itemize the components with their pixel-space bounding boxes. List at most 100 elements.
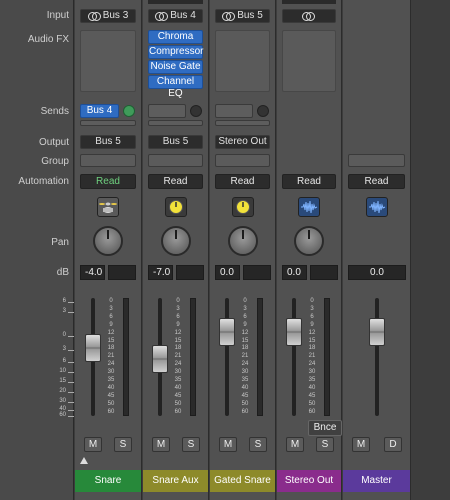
audio-fx-area[interactable] <box>282 30 336 92</box>
fx-plugin-noise-gate[interactable]: Noise Gate <box>148 60 203 74</box>
meter-tick-label: 18 <box>174 345 182 352</box>
scale-tick-label: 30 <box>59 398 66 404</box>
send-empty-slot[interactable] <box>148 120 203 126</box>
volume-fader-track[interactable] <box>225 298 229 416</box>
volume-db-field[interactable]: 0.0 <box>348 265 406 280</box>
meter-tick-label: 3 <box>109 305 113 312</box>
fx-plugin-channel-eq[interactable]: Channel EQ <box>148 75 203 99</box>
fx-plugin-compressor[interactable]: Compressor <box>148 45 203 59</box>
volume-fader-handle[interactable] <box>286 318 302 346</box>
meter-tick-label: 0 <box>310 298 314 304</box>
solo-button[interactable]: S <box>316 437 334 452</box>
pan-knob[interactable] <box>160 226 191 256</box>
group-slot[interactable] <box>348 154 405 167</box>
input-slot[interactable]: Bus 5 <box>215 9 270 23</box>
input-slot[interactable]: Bus 3 <box>80 9 136 23</box>
volume-db-field[interactable]: -4.0 <box>80 265 105 280</box>
meter-tick-label: 45 <box>174 392 182 399</box>
pan-knob[interactable] <box>93 226 123 256</box>
meter-tick-label: 24 <box>174 361 182 368</box>
volume-db-field[interactable]: 0.0 <box>282 265 307 280</box>
volume-fader-handle[interactable] <box>369 318 385 346</box>
audio-fx-area[interactable] <box>215 30 270 92</box>
mute-button[interactable]: M <box>352 437 370 452</box>
track-name[interactable]: Stereo Out <box>277 470 341 492</box>
volume-db-field[interactable]: 0.0 <box>215 265 240 280</box>
automation-mode-button[interactable]: Read <box>282 174 336 189</box>
send-empty-slot[interactable] <box>80 120 136 126</box>
input-label: Bus 5 <box>237 10 263 21</box>
group-slot[interactable] <box>215 154 270 167</box>
automation-mode-button[interactable]: Read <box>215 174 270 189</box>
meter-tick-label: 50 <box>174 400 182 407</box>
meter-tick-label: 0 <box>109 298 113 304</box>
scale-tick <box>68 372 74 373</box>
meter-tick-label: 15 <box>308 337 316 344</box>
scale-tick-label: 3 <box>62 346 66 352</box>
meter-tick-label: 40 <box>308 384 316 391</box>
input-slot[interactable]: Bus 4 <box>148 9 203 23</box>
track-name[interactable]: Master <box>343 470 410 492</box>
meter-tick-label: 24 <box>241 361 249 368</box>
send-level-knob[interactable] <box>257 105 269 117</box>
automation-row-label: Automation <box>18 176 69 187</box>
meter-tick-label: 30 <box>308 369 316 376</box>
solo-button[interactable]: S <box>249 437 267 452</box>
peak-db-field <box>108 265 136 280</box>
meter-tick-label: 35 <box>107 377 115 383</box>
automation-mode-button[interactable]: Read <box>148 174 203 189</box>
mute-button[interactable]: M <box>152 437 170 452</box>
meter-tick-label: 21 <box>174 353 182 360</box>
solo-button[interactable]: S <box>182 437 200 452</box>
automation-mode-button[interactable]: Read <box>348 174 405 189</box>
drum-kit-icon[interactable] <box>97 197 119 217</box>
volume-fader-handle[interactable] <box>152 345 168 374</box>
dim-button[interactable]: D <box>384 437 402 452</box>
mute-button[interactable]: M <box>84 437 102 452</box>
meter-tick-label: 35 <box>308 377 316 383</box>
waveform-icon[interactable] <box>298 197 320 217</box>
pan-knob[interactable] <box>294 226 324 256</box>
volume-db-field[interactable]: -7.0 <box>148 265 173 280</box>
channel-strip-snare-aux: Bus 4 Chroma Compressor Noise Gate Chann… <box>143 0 209 500</box>
input-label: Bus 3 <box>102 10 129 21</box>
volume-fader-handle[interactable] <box>219 318 235 346</box>
output-slot[interactable]: Bus 5 <box>80 135 136 149</box>
track-name[interactable]: Snare Aux <box>143 470 208 492</box>
output-slot[interactable]: Bus 5 <box>148 135 203 149</box>
compressor-icon[interactable] <box>231 197 254 217</box>
automation-mode-button[interactable]: Read <box>80 174 136 189</box>
meter-tick-label: 30 <box>107 369 115 376</box>
send-slot[interactable] <box>215 104 253 118</box>
volume-fader-handle[interactable] <box>85 333 101 362</box>
fx-plugin-chroma[interactable]: Chroma <box>148 30 203 44</box>
send-slot[interactable] <box>148 104 186 118</box>
compressor-icon[interactable] <box>164 197 187 217</box>
mute-button[interactable]: M <box>286 437 304 452</box>
mute-button[interactable]: M <box>219 437 237 452</box>
output-slot[interactable]: Stereo Out <box>215 135 270 149</box>
group-slot[interactable] <box>80 154 136 167</box>
volume-fader-track[interactable] <box>292 298 296 416</box>
sends-row-label: Sends <box>40 106 69 117</box>
waveform-icon[interactable] <box>365 197 388 217</box>
audio-fx-area[interactable] <box>80 30 136 92</box>
meter-tick-label: 24 <box>308 361 316 368</box>
group-slot[interactable] <box>148 154 203 167</box>
strip-top-bar <box>148 0 203 4</box>
input-slot[interactable] <box>282 9 336 23</box>
send-level-knob[interactable] <box>190 105 202 117</box>
meter-tick-label: 45 <box>241 392 249 399</box>
send-level-knob[interactable] <box>123 105 135 117</box>
track-name[interactable]: Gated Snare <box>210 470 275 492</box>
stereo-link-icon <box>87 11 101 21</box>
track-name[interactable]: Snare <box>75 470 141 492</box>
solo-button[interactable]: S <box>114 437 132 452</box>
volume-fader-track[interactable] <box>375 298 379 416</box>
pan-knob[interactable] <box>227 226 258 256</box>
channel-strip-master: Read 0.0 M D Master <box>343 0 411 500</box>
bounce-tooltip: Bnce <box>308 420 342 436</box>
send-slot[interactable]: Bus 4 <box>80 104 119 118</box>
send-empty-slot[interactable] <box>215 120 270 126</box>
meter-tick-label: 12 <box>174 329 182 336</box>
